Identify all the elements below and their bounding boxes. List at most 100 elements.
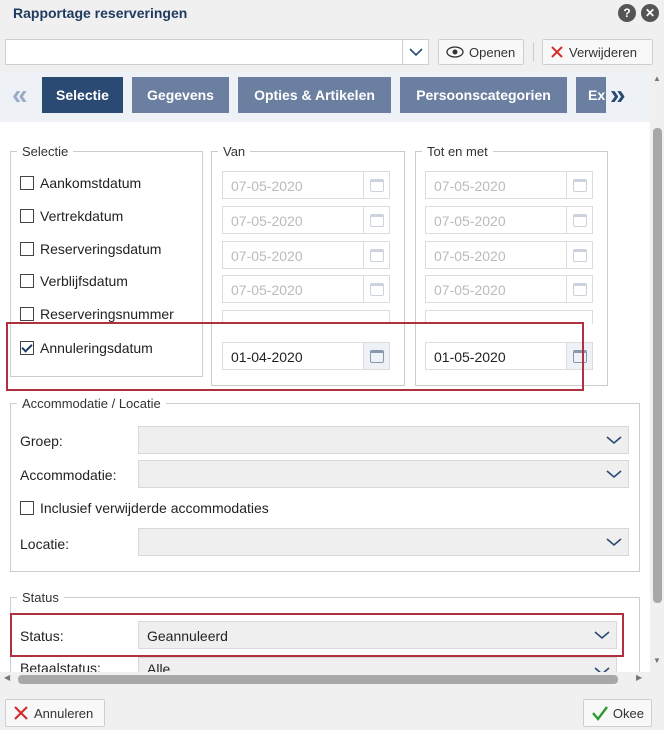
checkbox-vertrekdatum[interactable]: Vertrekdatum	[20, 208, 123, 224]
calendar-icon[interactable]	[363, 172, 389, 198]
locatie-label: Locatie:	[20, 536, 70, 552]
chevron-down-icon[interactable]	[402, 40, 428, 64]
vertical-scroll-thumb[interactable]	[653, 128, 662, 603]
delete-label: Verwijderen	[569, 44, 637, 60]
checkbox-box[interactable]	[20, 501, 34, 515]
accommodatie-legend: Accommodatie / Locatie	[22, 396, 161, 411]
checkbox-box[interactable]	[20, 242, 34, 256]
checkbox-box[interactable]	[20, 209, 34, 223]
delete-button[interactable]: Verwijderen	[542, 39, 653, 65]
window-title: Rapportage reserveringen	[13, 5, 188, 21]
chevron-down-icon[interactable]	[600, 461, 628, 487]
date-value: 07-05-2020	[231, 282, 303, 298]
title-bar: Rapportage reserveringen ? ✕	[0, 0, 664, 30]
locatie-select[interactable]	[138, 528, 629, 556]
horizontal-scroll-thumb[interactable]	[18, 675, 618, 684]
checkbox-box[interactable]	[20, 274, 34, 288]
report-select[interactable]	[5, 39, 429, 65]
checkmark-icon	[592, 706, 608, 721]
totenmet-legend: Tot en met	[427, 144, 488, 159]
ok-button[interactable]: Okee	[583, 699, 652, 727]
calendar-icon[interactable]	[363, 276, 389, 302]
tot-date-reservering[interactable]: 07-05-2020	[425, 241, 593, 269]
checkbox-label: Aankomstdatum	[40, 175, 142, 191]
tabs-scroll-right-icon[interactable]: »	[610, 79, 626, 111]
checkbox-label: Vertrekdatum	[40, 208, 124, 224]
scroll-right-icon[interactable]: ▶	[636, 673, 642, 682]
status-legend: Status	[22, 590, 59, 605]
help-icon[interactable]: ?	[618, 4, 636, 22]
checkbox-label: Reserveringsnummer	[40, 306, 174, 322]
vertical-scrollbar[interactable]: ▲ ▼	[650, 72, 664, 672]
open-button[interactable]: Openen	[438, 39, 524, 65]
annulering-highlight	[6, 322, 584, 391]
chevron-down-icon[interactable]	[588, 658, 616, 672]
calendar-icon[interactable]	[566, 207, 592, 233]
date-value: 07-05-2020	[434, 248, 506, 264]
tab-gegevens[interactable]: Gegevens	[132, 77, 229, 113]
van-legend: Van	[223, 144, 246, 159]
toolbar: Openen Verwijderen	[0, 30, 664, 72]
groep-select[interactable]	[138, 426, 629, 454]
date-value: 07-05-2020	[434, 213, 506, 229]
date-value: 07-05-2020	[231, 248, 303, 264]
van-date-aankomst[interactable]: 07-05-2020	[222, 171, 390, 199]
date-value: 07-05-2020	[231, 213, 303, 229]
date-value: 07-05-2020	[231, 178, 303, 194]
cancel-x-icon	[14, 706, 28, 720]
calendar-icon[interactable]	[363, 242, 389, 268]
date-value: 07-05-2020	[434, 178, 506, 194]
date-value: 07-05-2020	[434, 282, 506, 298]
scroll-down-icon[interactable]: ▼	[653, 656, 661, 665]
checkbox-inclusief-verwijderd[interactable]: Inclusief verwijderde accommodaties	[20, 500, 269, 516]
tot-date-verblijf[interactable]: 07-05-2020	[425, 275, 593, 303]
checkbox-reserveringsnummer[interactable]: Reserveringsnummer	[20, 306, 174, 322]
tab-bar: « Selectie Gegevens Opties & Artikelen P…	[0, 72, 664, 122]
checkbox-reserveringsdatum[interactable]: Reserveringsdatum	[20, 241, 161, 257]
calendar-icon[interactable]	[566, 172, 592, 198]
checkbox-label: Verblijfsdatum	[40, 273, 128, 289]
chevron-down-icon[interactable]	[600, 427, 628, 453]
betaalstatus-label: Betaalstatus:	[20, 660, 101, 672]
tot-date-aankomst[interactable]: 07-05-2020	[425, 171, 593, 199]
close-icon[interactable]: ✕	[641, 4, 659, 22]
betaalstatus-value: Alle	[147, 661, 171, 672]
van-date-vertrek[interactable]: 07-05-2020	[222, 206, 390, 234]
checkbox-verblijfsdatum[interactable]: Verblijfsdatum	[20, 273, 128, 289]
checkbox-label: Inclusief verwijderde accommodaties	[40, 500, 269, 516]
tot-date-vertrek[interactable]: 07-05-2020	[425, 206, 593, 234]
tab-export[interactable]: Ex	[576, 77, 606, 113]
open-label: Openen	[469, 44, 516, 60]
tab-opties-artikelen[interactable]: Opties & Artikelen	[238, 77, 391, 113]
selectie-legend: Selectie	[22, 144, 69, 159]
checkbox-label: Reserveringsdatum	[40, 241, 162, 257]
checkbox-aankomstdatum[interactable]: Aankomstdatum	[20, 175, 141, 191]
calendar-icon[interactable]	[363, 207, 389, 233]
footer-bar: Annuleren Okee	[0, 686, 664, 730]
chevron-down-icon[interactable]	[600, 529, 628, 555]
tab-selectie[interactable]: Selectie	[42, 77, 123, 113]
calendar-icon[interactable]	[566, 242, 592, 268]
ok-label: Okee	[612, 705, 644, 721]
calendar-icon[interactable]	[566, 276, 592, 302]
scroll-left-icon[interactable]: ◀	[4, 673, 10, 682]
status-highlight	[10, 613, 624, 657]
accommodatie-label: Accommodatie:	[20, 467, 117, 483]
toolbar-divider	[533, 43, 534, 61]
cancel-button[interactable]: Annuleren	[5, 699, 105, 727]
scroll-up-icon[interactable]: ▲	[653, 74, 661, 83]
selectie-panel: Selectie Aankomstdatum Vertrekdatum Rese…	[0, 126, 650, 672]
accommodatie-select[interactable]	[138, 460, 629, 488]
betaalstatus-select[interactable]: Alle	[138, 657, 617, 672]
van-date-verblijf[interactable]: 07-05-2020	[222, 275, 390, 303]
delete-x-icon	[551, 46, 563, 58]
cancel-label: Annuleren	[34, 705, 94, 721]
horizontal-scrollbar[interactable]: ◀ ▶	[0, 672, 664, 686]
tab-persoonscategorien[interactable]: Persoonscategorien	[400, 77, 567, 113]
groep-label: Groep:	[20, 433, 63, 449]
van-date-reservering[interactable]: 07-05-2020	[222, 241, 390, 269]
eye-icon	[446, 46, 464, 58]
tabs-scroll-left-icon[interactable]: «	[12, 79, 28, 111]
checkbox-box[interactable]	[20, 307, 34, 321]
checkbox-box[interactable]	[20, 176, 34, 190]
